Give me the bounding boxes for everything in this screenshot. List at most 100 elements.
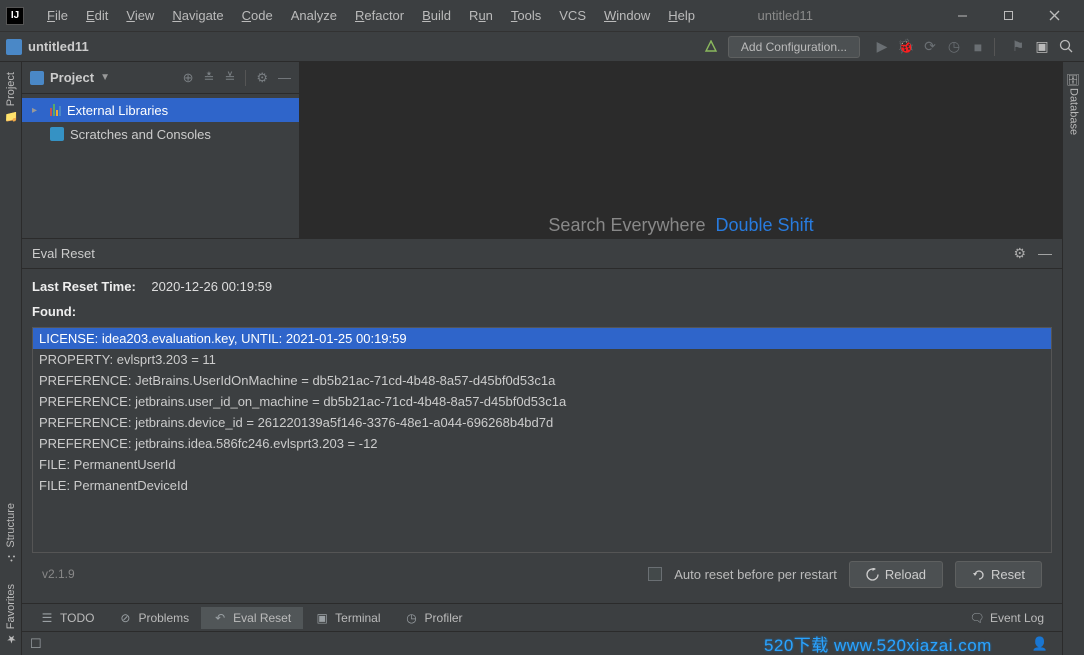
run-button[interactable]: ▶ <box>870 38 894 55</box>
tab-problems[interactable]: ⊘ Problems <box>106 607 201 629</box>
tab-terminal[interactable]: ▣ Terminal <box>303 607 392 629</box>
menu-edit[interactable]: Edit <box>77 4 117 27</box>
last-reset-label: Last Reset Time: <box>32 279 136 294</box>
auto-reset-label[interactable]: Auto reset before per restart <box>674 567 837 582</box>
list-item[interactable]: PREFERENCE: jetbrains.idea.586fc246.evls… <box>33 433 1051 454</box>
auto-reset-checkbox[interactable] <box>648 567 662 581</box>
list-item[interactable]: PREFERENCE: JetBrains.UserIdOnMachine = … <box>33 370 1051 391</box>
window-maximize[interactable] <box>986 2 1032 30</box>
menu-code[interactable]: Code <box>233 4 282 27</box>
project-toolwindow: Project ▼ ⊕ ≛ ≚ ⚙ — ▸ Externa <box>22 62 300 238</box>
last-reset-row: Last Reset Time: 2020-12-26 00:19:59 <box>32 279 1052 294</box>
watermark-text: 520下载 www.520xiazai.com <box>764 631 992 655</box>
menu-navigate[interactable]: Navigate <box>163 4 232 27</box>
status-bar: ☐ 520下载 www.520xiazai.com 👤 <box>22 631 1062 655</box>
toolwindow-tab-structure[interactable]: ⛬ Structure <box>3 493 19 574</box>
version-label: v2.1.9 <box>42 567 75 581</box>
toolwindow-tab-database[interactable]: 🗄 Database <box>1066 62 1082 145</box>
close-icon <box>1049 10 1060 21</box>
menu-file[interactable]: File <box>38 4 77 27</box>
vcs-update-icon[interactable]: ⚑ <box>1006 38 1030 55</box>
editor-placeholder: Search Everywhere Double Shift <box>548 215 813 236</box>
app-icon: IJ <box>6 7 24 25</box>
add-configuration-button[interactable]: Add Configuration... <box>728 36 860 58</box>
folder-icon: 📁 <box>5 110 17 122</box>
hide-icon[interactable]: — <box>1038 245 1052 262</box>
undo-icon <box>972 568 985 581</box>
scratches-icon <box>50 127 64 141</box>
problems-icon: ⊘ <box>118 611 132 625</box>
search-everywhere-icon[interactable] <box>1054 39 1078 54</box>
reload-button[interactable]: Reload <box>849 561 943 588</box>
menu-help[interactable]: Help <box>659 4 704 27</box>
toolwindow-toggle-icon[interactable]: ☐ <box>30 636 42 652</box>
star-icon: ★ <box>5 633 17 645</box>
menu-view[interactable]: View <box>117 4 163 27</box>
editor-area: Search Everywhere Double Shift <box>300 62 1062 238</box>
tab-eval-reset[interactable]: ↶ Eval Reset <box>201 607 303 629</box>
expand-all-icon[interactable]: ≛ <box>204 70 215 86</box>
left-toolwindow-stripe: 📁 Project ⛬ Structure ★ Favorites <box>0 62 22 655</box>
found-list[interactable]: LICENSE: idea203.evaluation.key, UNTIL: … <box>32 327 1052 553</box>
project-icon <box>6 39 22 55</box>
tab-event-log[interactable]: 🗨 Event Log <box>958 607 1056 629</box>
menu-build[interactable]: Build <box>413 4 460 27</box>
shortcut-double-shift: Double Shift <box>716 215 814 235</box>
ide-layout-icon[interactable]: ▣ <box>1030 38 1054 55</box>
locate-icon[interactable]: ⊕ <box>183 70 194 86</box>
menu-analyze[interactable]: Analyze <box>282 4 346 27</box>
profiler-icon: ◷ <box>405 611 419 625</box>
menu-tools[interactable]: Tools <box>502 4 550 27</box>
list-item[interactable]: FILE: PermanentUserId <box>33 454 1051 475</box>
collapse-all-icon[interactable]: ≚ <box>224 70 235 86</box>
tree-scratches[interactable]: Scratches and Consoles <box>22 122 299 146</box>
structure-icon: ⛬ <box>5 552 17 564</box>
project-view-icon <box>30 71 44 85</box>
toolwindow-tab-favorites[interactable]: ★ Favorites <box>3 574 19 655</box>
tab-profiler[interactable]: ◷ Profiler <box>393 607 475 629</box>
window-close[interactable] <box>1032 2 1078 30</box>
coverage-button[interactable]: ⟳ <box>918 38 942 55</box>
libraries-icon <box>50 104 61 116</box>
bottom-toolwindow-stripe: ☰ TODO ⊘ Problems ↶ Eval Reset ▣ Termina… <box>22 603 1062 631</box>
navigation-bar: untitled11 Add Configuration... ▶ 🐞 ⟳ ◷ … <box>0 32 1084 62</box>
menu-window[interactable]: Window <box>595 4 659 27</box>
debug-button[interactable]: 🐞 <box>894 38 918 55</box>
menu-vcs[interactable]: VCS <box>550 4 595 27</box>
eval-reset-title: Eval Reset <box>32 246 95 261</box>
menu-run[interactable]: Run <box>460 4 502 27</box>
maximize-icon <box>1003 10 1014 21</box>
gear-icon[interactable]: ⚙ <box>256 70 268 86</box>
list-item[interactable]: PREFERENCE: jetbrains.device_id = 261220… <box>33 412 1051 433</box>
tree-item-label: External Libraries <box>67 103 168 118</box>
tree-external-libraries[interactable]: ▸ External Libraries <box>22 98 299 122</box>
eval-reset-header: Eval Reset ⚙ — <box>22 239 1062 269</box>
chevron-down-icon[interactable]: ▼ <box>100 72 110 83</box>
eval-reset-panel: Eval Reset ⚙ — Last Reset Time: 2020-12-… <box>22 238 1062 603</box>
stop-button[interactable]: ■ <box>966 39 990 55</box>
found-label: Found: <box>32 304 1052 319</box>
menu-refactor[interactable]: Refactor <box>346 4 413 27</box>
nav-project-name[interactable]: untitled11 <box>28 39 89 54</box>
reset-button[interactable]: Reset <box>955 561 1042 588</box>
status-indicator-icon[interactable]: 👤 <box>1032 636 1048 652</box>
gear-icon[interactable]: ⚙ <box>1013 245 1026 262</box>
project-tree[interactable]: ▸ External Libraries Scratches and Conso… <box>22 94 299 150</box>
list-item[interactable]: PROPERTY: evlsprt3.203 = 11 <box>33 349 1051 370</box>
tree-item-label: Scratches and Consoles <box>70 127 211 142</box>
right-toolwindow-stripe: 🗄 Database <box>1062 62 1084 655</box>
hide-icon[interactable]: — <box>278 70 291 86</box>
list-item[interactable]: LICENSE: idea203.evaluation.key, UNTIL: … <box>33 328 1051 349</box>
toolwindow-tab-project[interactable]: 📁 Project <box>3 62 19 132</box>
list-item[interactable]: FILE: PermanentDeviceId <box>33 475 1051 496</box>
list-item[interactable]: PREFERENCE: jetbrains.user_id_on_machine… <box>33 391 1051 412</box>
database-icon: 🗄 <box>1068 72 1080 84</box>
todo-icon: ☰ <box>40 611 54 625</box>
reload-icon <box>866 568 879 581</box>
project-view-title[interactable]: Project <box>50 70 94 85</box>
build-icon[interactable] <box>704 40 718 54</box>
terminal-icon: ▣ <box>315 611 329 625</box>
tab-todo[interactable]: ☰ TODO <box>28 607 106 629</box>
profile-button[interactable]: ◷ <box>942 38 966 55</box>
window-minimize[interactable] <box>940 2 986 30</box>
